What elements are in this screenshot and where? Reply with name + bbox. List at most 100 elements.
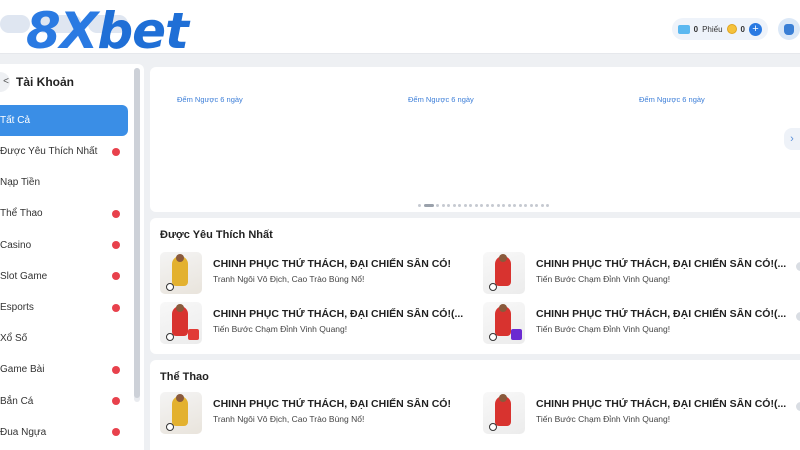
pagination-dot[interactable] xyxy=(452,204,456,207)
sidebar-item-label: Được Yêu Thích Nhất xyxy=(0,146,98,158)
badge-dot xyxy=(112,365,120,374)
pagination-dot[interactable] xyxy=(540,204,544,207)
pagination-dot[interactable] xyxy=(502,204,505,207)
promo-thumbnail xyxy=(160,392,202,434)
promo-card[interactable]: CHINH PHỤC THỬ THÁCH, ĐẠI CHIẾN SÂN CỎ!(… xyxy=(483,302,800,346)
pagination-dot[interactable] xyxy=(423,204,434,207)
sidebar-item-card-game[interactable]: Game Bài xyxy=(0,354,128,385)
pagination-dot[interactable] xyxy=(491,204,494,207)
card-subtitle: Tranh Ngôi Vô Địch, Cao Trào Bùng Nổ! xyxy=(213,414,365,424)
sidebar-item-label: Casino xyxy=(0,239,32,251)
wallet-balance[interactable]: 0 Phiếu 0 + xyxy=(671,18,768,40)
logo[interactable]: 8Xbet xyxy=(26,2,189,60)
section-title: Được Yêu Thích Nhất xyxy=(160,229,273,241)
pagination-dot[interactable] xyxy=(480,204,483,207)
sidebar-item-sports[interactable]: Thể Thao xyxy=(0,198,128,229)
more-indicator xyxy=(796,402,800,411)
pagination-dot[interactable] xyxy=(463,204,467,207)
sidebar-item-favorites[interactable]: Được Yêu Thích Nhất xyxy=(0,136,128,167)
promo-banner[interactable]: Đếm Ngược 6 ngày Đếm Ngược 6 ngày Đếm Ng… xyxy=(150,67,800,212)
coins-value: 0 xyxy=(740,24,745,34)
card-title: CHINH PHỤC THỬ THÁCH, ĐẠI CHIẾN SÂN CỎ!(… xyxy=(536,398,787,410)
sidebar-scrollbar[interactable] xyxy=(134,68,140,402)
badge-dot xyxy=(112,272,120,281)
pagination-dot[interactable] xyxy=(485,204,489,207)
pagination-dot[interactable] xyxy=(513,204,516,207)
pagination-dot[interactable] xyxy=(469,204,472,207)
badge-dot xyxy=(112,428,120,437)
countdown-label: Đếm Ngược 6 ngày xyxy=(639,95,705,104)
plus-icon[interactable]: + xyxy=(749,22,762,36)
sidebar-item-deposit[interactable]: Nạp Tiền xyxy=(0,167,128,198)
pagination-dot[interactable] xyxy=(507,204,511,207)
sidebar-item-label: Bắn Cá xyxy=(0,395,34,407)
pagination-dot[interactable] xyxy=(529,204,533,207)
section-sports: Thể Thao CHINH PHỤC THỬ THÁCH, ĐẠI CHIẾN… xyxy=(150,360,800,450)
sidebar-item-label: Thể Thao xyxy=(0,208,43,220)
sidebar-item-label: Đua Ngựa xyxy=(0,426,47,438)
logo-text: 8Xbet xyxy=(26,2,189,60)
sidebar-item-esports[interactable]: Esports xyxy=(0,292,128,323)
card-subtitle: Tiến Bước Chạm Đỉnh Vinh Quang! xyxy=(536,274,671,284)
section-title: Thể Thao xyxy=(160,371,209,383)
tickets-value: 0 xyxy=(693,24,699,34)
card-title: CHINH PHỤC THỬ THÁCH, ĐẠI CHIẾN SÂN CỎ!(… xyxy=(213,308,464,320)
promo-card[interactable]: CHINH PHỤC THỬ THÁCH, ĐẠI CHIẾN SÂN CỎ! … xyxy=(160,392,480,436)
ticket-icon xyxy=(677,24,690,34)
promo-thumbnail xyxy=(160,302,202,344)
badge-dot xyxy=(112,147,120,156)
pagination-dot[interactable] xyxy=(546,204,549,207)
sidebar-item-casino[interactable]: Casino xyxy=(0,230,128,261)
promo-thumbnail xyxy=(483,392,525,434)
promo-thumbnail xyxy=(160,252,202,294)
promo-thumbnail xyxy=(483,302,525,344)
pagination-dot[interactable] xyxy=(535,204,538,207)
pagination-dot[interactable] xyxy=(418,204,421,207)
pagination-dot[interactable] xyxy=(458,204,461,207)
promo-thumbnail xyxy=(483,252,525,294)
sidebar-item-label: Game Bài xyxy=(0,364,45,376)
sidebar-item-all[interactable]: Tất Cả xyxy=(0,105,128,136)
promo-card[interactable]: CHINH PHỤC THỬ THÁCH, ĐẠI CHIẾN SÂN CỎ! … xyxy=(160,252,480,296)
card-title: CHINH PHỤC THỬ THÁCH, ĐẠI CHIẾN SÂN CỎ!(… xyxy=(536,308,787,320)
card-subtitle: Tiến Bước Chạm Đỉnh Vinh Quang! xyxy=(536,414,671,424)
promo-card[interactable]: CHINH PHỤC THỬ THÁCH, ĐẠI CHIẾN SÂN CỎ!(… xyxy=(160,302,480,346)
card-subtitle: Tiến Bước Chạm Đỉnh Vinh Quang! xyxy=(536,324,671,334)
pagination-dot[interactable] xyxy=(441,204,445,207)
pagination-dot[interactable] xyxy=(436,204,439,207)
sidebar-item-fishing[interactable]: Bắn Cá xyxy=(0,386,128,417)
badge-dot xyxy=(112,397,120,406)
sidebar-item-label: Nạp Tiền xyxy=(0,177,41,189)
pagination-dot[interactable] xyxy=(447,204,450,207)
more-indicator xyxy=(796,262,800,271)
card-subtitle: Tranh Ngôi Vô Địch, Cao Trào Bùng Nổ! xyxy=(213,274,365,284)
card-subtitle: Tiến Bước Chạm Đỉnh Vinh Quang! xyxy=(213,324,348,334)
countdown-label: Đếm Ngược 6 ngày xyxy=(408,95,474,104)
sidebar-item-label: Slot Game xyxy=(0,270,48,282)
sidebar: < Tài Khoản Tất Cả Được Yêu Thích Nhất N… xyxy=(0,64,144,450)
sidebar-item-horse-racing[interactable]: Đua Ngựa xyxy=(0,417,128,448)
countdown-label: Đếm Ngược 6 ngày xyxy=(177,95,243,104)
sidebar-header: < Tài Khoản xyxy=(0,64,144,100)
pagination-dot[interactable] xyxy=(524,204,527,207)
bag-icon[interactable] xyxy=(778,18,800,40)
badge-dot xyxy=(112,303,120,312)
sidebar-title: Tài Khoản xyxy=(16,75,75,89)
promo-card[interactable]: CHINH PHỤC THỬ THÁCH, ĐẠI CHIẾN SÂN CỎ!(… xyxy=(483,392,800,436)
back-icon[interactable]: < xyxy=(0,72,10,92)
sidebar-item-label: Xổ Số xyxy=(0,333,28,345)
scrollbar-thumb[interactable] xyxy=(134,68,140,398)
sidebar-item-label: Esports xyxy=(0,302,34,314)
pagination-dot[interactable] xyxy=(518,204,522,207)
pagination-dot[interactable] xyxy=(496,204,500,207)
promo-card[interactable]: CHINH PHỤC THỬ THÁCH, ĐẠI CHIẾN SÂN CỎ!(… xyxy=(483,252,800,296)
tickets-label: Phiếu xyxy=(702,24,723,34)
section-favorites: Được Yêu Thích Nhất CHINH PHỤC THỬ THÁCH… xyxy=(150,218,800,354)
pagination-dot[interactable] xyxy=(474,204,478,207)
more-indicator xyxy=(796,312,800,321)
banner-pagination[interactable] xyxy=(418,204,549,207)
sidebar-item-lottery[interactable]: Xổ Số xyxy=(0,323,128,354)
sidebar-item-slot-game[interactable]: Slot Game xyxy=(0,261,128,292)
chevron-right-icon[interactable]: › xyxy=(784,128,800,150)
sidebar-menu: Tất Cả Được Yêu Thích Nhất Nạp Tiền Thể … xyxy=(0,105,128,448)
